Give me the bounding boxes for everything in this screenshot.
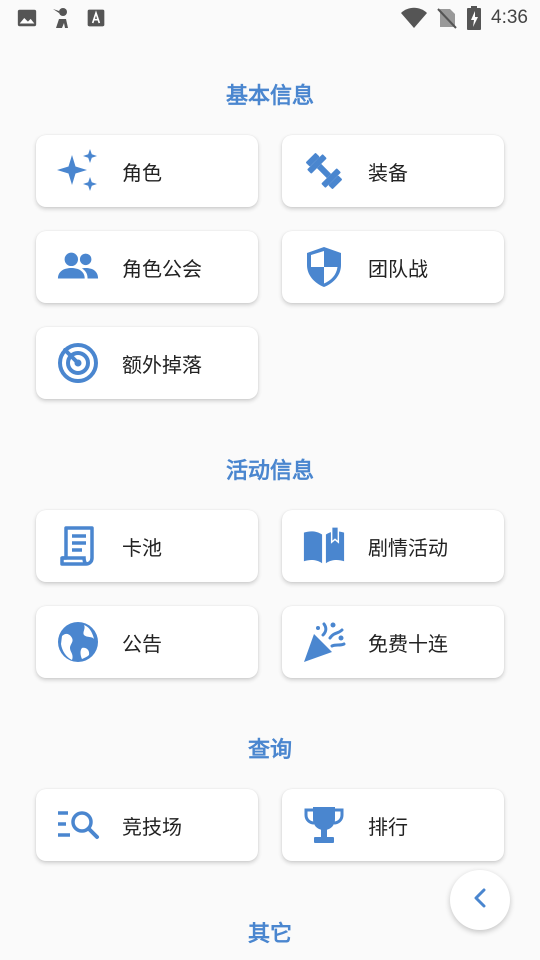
card-label: 剧情活动	[368, 535, 448, 560]
dumbbell-icon	[302, 149, 346, 193]
people-icon	[56, 245, 100, 289]
card-label: 排行	[368, 814, 408, 839]
no-sim-icon	[437, 7, 457, 29]
party-popper-icon	[302, 620, 346, 664]
section-title-query: 查询	[247, 738, 292, 763]
search-list-icon	[56, 803, 100, 847]
card-story-event[interactable]: 剧情活动	[282, 510, 504, 582]
chevron-left-icon	[471, 887, 489, 913]
card-label: 额外掉落	[122, 352, 202, 377]
battery-charging-icon	[467, 6, 482, 30]
card-equipment[interactable]: 装备	[282, 135, 504, 207]
card-arena[interactable]: 竞技场	[36, 789, 258, 861]
card-role[interactable]: 角色	[36, 135, 258, 207]
ninja-icon	[50, 6, 74, 30]
trophy-icon	[302, 803, 346, 847]
card-label: 装备	[368, 160, 408, 185]
wifi-icon	[401, 7, 428, 29]
globe-icon	[56, 620, 100, 664]
section-title-basic: 基本信息	[225, 84, 314, 109]
card-team-battle[interactable]: 团队战	[282, 231, 504, 303]
card-label: 公告	[122, 631, 162, 656]
card-label: 角色	[122, 160, 162, 185]
card-label: 竞技场	[122, 814, 182, 839]
status-right-icons: 4:36	[401, 6, 528, 30]
section-title-activity: 活动信息	[225, 459, 314, 484]
card-label: 团队战	[368, 256, 428, 281]
card-gacha-pool[interactable]: 卡池	[36, 510, 258, 582]
card-label: 角色公会	[122, 256, 202, 281]
shield-icon	[302, 245, 346, 289]
card-role-guild[interactable]: 角色公会	[36, 231, 258, 303]
image-icon	[16, 7, 38, 29]
card-ranking[interactable]: 排行	[282, 789, 504, 861]
back-fab-button[interactable]	[450, 870, 510, 930]
status-bar: 4:36	[0, 0, 540, 36]
book-icon	[302, 524, 346, 568]
card-label: 卡池	[122, 535, 162, 560]
card-label: 免费十连	[368, 631, 448, 656]
card-announcement[interactable]: 公告	[36, 606, 258, 678]
card-free-ten-pull[interactable]: 免费十连	[282, 606, 504, 678]
sparkles-icon	[56, 149, 100, 193]
status-time: 4:36	[491, 7, 528, 28]
font-icon	[86, 8, 106, 28]
status-left-icons	[16, 6, 106, 30]
receipt-icon	[56, 524, 100, 568]
card-extra-drop[interactable]: 额外掉落	[36, 327, 258, 399]
radar-icon	[56, 341, 100, 385]
